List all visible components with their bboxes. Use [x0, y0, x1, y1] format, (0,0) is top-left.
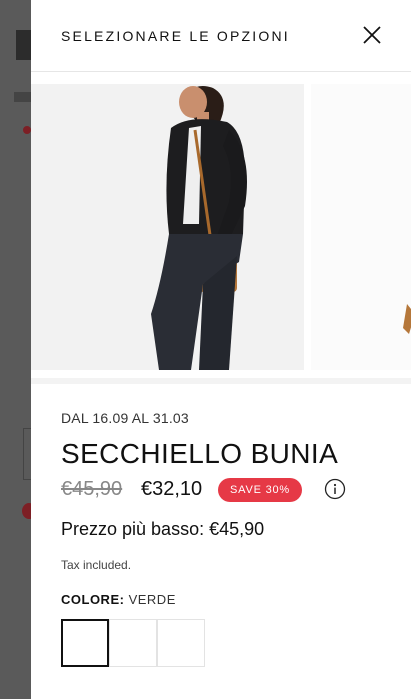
color-swatches [61, 619, 391, 667]
model-with-bag-image [151, 86, 247, 370]
bag-detail-image [403, 304, 411, 334]
original-price: €45,90 [61, 478, 123, 500]
backdrop-badge [23, 126, 31, 134]
close-button[interactable] [361, 24, 383, 46]
info-icon[interactable] [324, 478, 346, 500]
color-label: COLORE: [61, 592, 125, 607]
sale-price: €32,10 [141, 478, 203, 500]
product-image-carousel[interactable] [31, 84, 411, 370]
drawer-title: SELEZIONARE LE OPZIONI [61, 28, 290, 44]
backdrop-text [14, 92, 31, 102]
promo-date-range: DAL 16.09 AL 31.03 [61, 410, 189, 426]
product-image-next[interactable] [311, 84, 411, 370]
section-divider [31, 378, 411, 384]
color-swatch-verde[interactable] [61, 619, 109, 667]
backdrop-button [23, 428, 31, 480]
backdrop-logo [16, 30, 31, 60]
color-swatch[interactable] [157, 619, 205, 667]
product-details: DAL 16.09 AL 31.03 SECCHIELLO BUNIA €45,… [61, 410, 391, 667]
price-row: €45,90 €32,10 SAVE 30% [61, 476, 391, 506]
close-icon [363, 26, 381, 44]
selected-color-value: VERDE [128, 592, 176, 607]
tax-note: Tax included. [61, 558, 132, 572]
page-backdrop[interactable] [0, 0, 31, 699]
product-image[interactable] [31, 84, 304, 370]
discount-badge: SAVE 30% [218, 478, 303, 502]
lowest-price-note: Prezzo più basso: €45,90 [61, 519, 265, 539]
options-drawer: SELEZIONARE LE OPZIONI DAL 16.09 AL 31.0… [31, 0, 411, 699]
backdrop-badge [22, 503, 31, 519]
color-swatch[interactable] [109, 619, 157, 667]
drawer-header: SELEZIONARE LE OPZIONI [31, 0, 411, 72]
product-title: SECCHIELLO BUNIA [61, 438, 339, 469]
color-selector-label: COLORE: VERDE [61, 592, 391, 607]
